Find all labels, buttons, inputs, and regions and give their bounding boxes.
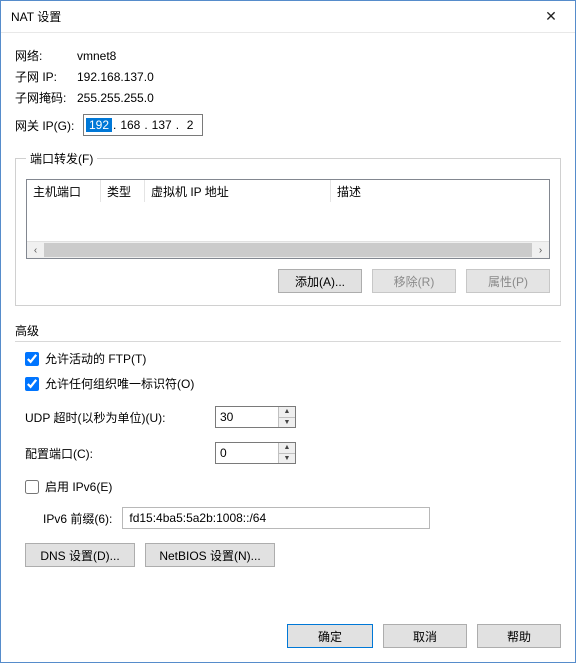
gateway-seg-4[interactable]: 2	[180, 118, 200, 132]
network-label: 网络:	[15, 47, 77, 64]
ipv6-prefix-label: IPv6 前缀(6):	[43, 510, 112, 527]
subnet-ip-value: 192.168.137.0	[77, 70, 154, 84]
port-forward-legend: 端口转发(F)	[26, 150, 97, 167]
config-port-input[interactable]	[216, 443, 278, 463]
subnet-mask-value: 255.255.255.0	[77, 91, 154, 105]
properties-button[interactable]: 属性(P)	[466, 269, 550, 293]
help-button[interactable]: 帮助	[477, 624, 561, 648]
col-type[interactable]: 类型	[101, 180, 145, 202]
config-port-spinner[interactable]: ▲ ▼	[215, 442, 296, 464]
allow-oui-label: 允许任何组织唯一标识符(O)	[45, 375, 194, 392]
ok-button[interactable]: 确定	[287, 624, 373, 648]
config-port-label: 配置端口(C):	[25, 445, 205, 462]
allow-oui-checkbox[interactable]	[25, 377, 39, 391]
gateway-ip-input[interactable]: 192.168.137.2	[83, 114, 203, 136]
subnet-mask-label: 子网掩码:	[15, 89, 77, 106]
window-title: NAT 设置	[11, 8, 531, 25]
port-forward-group: 端口转发(F) 主机端口 类型 虚拟机 IP 地址 描述 ‹ › 添加(A)..…	[15, 150, 561, 306]
ipv6-enable-row[interactable]: 启用 IPv6(E)	[25, 478, 561, 495]
spin-up-icon[interactable]: ▲	[279, 407, 295, 418]
allow-ftp-label: 允许活动的 FTP(T)	[45, 350, 146, 367]
scroll-thumb[interactable]	[44, 243, 532, 257]
cancel-button[interactable]: 取消	[383, 624, 467, 648]
port-forward-list[interactable]: 主机端口 类型 虚拟机 IP 地址 描述 ‹ ›	[26, 179, 550, 259]
ipv6-enable-checkbox[interactable]	[25, 480, 39, 494]
subnet-ip-label: 子网 IP:	[15, 68, 77, 85]
titlebar: NAT 设置 ✕	[1, 1, 575, 33]
list-body[interactable]	[27, 202, 549, 241]
col-host-port[interactable]: 主机端口	[27, 180, 101, 202]
dns-settings-button[interactable]: DNS 设置(D)...	[25, 543, 135, 567]
scroll-right-icon[interactable]: ›	[532, 242, 549, 258]
horizontal-scrollbar[interactable]: ‹ ›	[27, 241, 549, 258]
gateway-seg-3[interactable]: 137	[149, 118, 175, 132]
gateway-label: 网关 IP(G):	[15, 117, 83, 134]
scroll-track[interactable]	[44, 242, 532, 258]
col-description[interactable]: 描述	[331, 180, 549, 202]
advanced-title: 高级	[15, 322, 561, 342]
spin-up-icon[interactable]: ▲	[279, 443, 295, 454]
ipv6-prefix-input[interactable]	[122, 507, 430, 529]
network-value: vmnet8	[77, 49, 116, 63]
gateway-seg-2[interactable]: 168	[117, 118, 143, 132]
allow-ftp-checkbox[interactable]	[25, 352, 39, 366]
spin-down-icon[interactable]: ▼	[279, 454, 295, 464]
dialog-footer: 确定 取消 帮助	[1, 612, 575, 662]
allow-oui-row[interactable]: 允许任何组织唯一标识符(O)	[25, 375, 561, 392]
allow-ftp-row[interactable]: 允许活动的 FTP(T)	[25, 350, 561, 367]
udp-timeout-label: UDP 超时(以秒为单位)(U):	[25, 409, 205, 426]
remove-button[interactable]: 移除(R)	[372, 269, 456, 293]
col-vm-ip[interactable]: 虚拟机 IP 地址	[145, 180, 331, 202]
add-button[interactable]: 添加(A)...	[278, 269, 362, 293]
nat-settings-dialog: NAT 设置 ✕ 网络: vmnet8 子网 IP: 192.168.137.0…	[0, 0, 576, 663]
udp-timeout-input[interactable]	[216, 407, 278, 427]
netbios-settings-button[interactable]: NetBIOS 设置(N)...	[145, 543, 275, 567]
gateway-seg-1[interactable]: 192	[86, 118, 112, 132]
list-header: 主机端口 类型 虚拟机 IP 地址 描述	[27, 180, 549, 202]
close-icon[interactable]: ✕	[531, 3, 571, 31]
ipv6-enable-label: 启用 IPv6(E)	[45, 478, 112, 495]
scroll-left-icon[interactable]: ‹	[27, 242, 44, 258]
udp-timeout-spinner[interactable]: ▲ ▼	[215, 406, 296, 428]
spin-down-icon[interactable]: ▼	[279, 418, 295, 428]
